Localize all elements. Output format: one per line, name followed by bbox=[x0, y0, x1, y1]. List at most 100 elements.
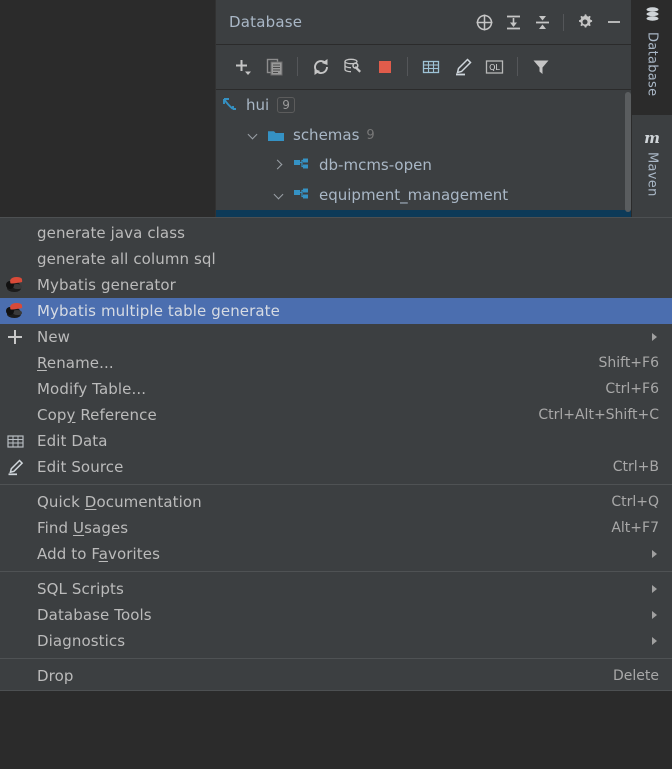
tree-node-label: equipment_management bbox=[319, 186, 509, 204]
scroll-from-source-icon[interactable] bbox=[471, 9, 498, 35]
menu-item-label: Edit Data bbox=[37, 432, 108, 450]
edit-data-table-icon[interactable] bbox=[415, 51, 446, 82]
menu-item-label: Drop bbox=[37, 667, 74, 685]
menu-item-label-pre: Cop bbox=[37, 406, 67, 424]
database-panel-header: Database bbox=[216, 0, 633, 45]
database-tree[interactable]: hui 9 schemas 9 db-mcms-open equipment_m… bbox=[216, 90, 633, 219]
menu-item-shortcut: Ctrl+Q bbox=[611, 494, 659, 510]
database-tools-icon[interactable] bbox=[337, 51, 368, 82]
submenu-arrow-icon bbox=[652, 611, 657, 619]
menu-item-label: Mybatis generator bbox=[37, 276, 176, 294]
menu-item-mnemonic: U bbox=[73, 519, 85, 537]
menu-item-mybatis-generator[interactable]: Mybatis generator bbox=[0, 272, 672, 298]
toolbar-divider bbox=[297, 57, 298, 76]
duplicate-icon[interactable] bbox=[259, 51, 290, 82]
menu-item-database-tools[interactable]: Database Tools bbox=[0, 602, 672, 628]
menu-item-drop[interactable]: Drop Delete bbox=[0, 663, 672, 689]
context-menu[interactable]: generate java class generate all column … bbox=[0, 217, 672, 691]
strip-button-label: Database bbox=[644, 32, 660, 97]
menu-item-mnemonic: D bbox=[84, 493, 97, 511]
menu-item-add-to-favorites[interactable]: Add to Favorites bbox=[0, 541, 672, 567]
menu-item-shortcut: Ctrl+Alt+Shift+C bbox=[538, 407, 659, 423]
toolbar-icon-group: QL bbox=[227, 51, 556, 82]
menu-item-label: Quick Documentation bbox=[37, 493, 202, 511]
stop-icon[interactable] bbox=[369, 51, 400, 82]
header-divider bbox=[563, 13, 564, 31]
menu-item-label: Edit Source bbox=[37, 458, 124, 476]
menu-item-edit-source[interactable]: Edit Source Ctrl+B bbox=[0, 454, 672, 480]
submenu-arrow-icon bbox=[652, 637, 657, 645]
menu-item-modify-table[interactable]: Modify Table... Ctrl+F6 bbox=[0, 376, 672, 402]
database-tool-window: Database QL hui 9 schemas 9 db-mcms-open… bbox=[215, 0, 633, 219]
refresh-icon[interactable] bbox=[305, 51, 336, 82]
tree-node-schemas[interactable]: schemas 9 bbox=[216, 120, 633, 150]
filter-icon[interactable] bbox=[525, 51, 556, 82]
menu-separator bbox=[0, 484, 672, 485]
tree-node-db-mcms-open[interactable]: db-mcms-open bbox=[216, 150, 633, 180]
toolbar-divider bbox=[517, 57, 518, 76]
schema-icon bbox=[293, 158, 311, 173]
edit-source-pencil-icon[interactable] bbox=[447, 51, 478, 82]
submenu-arrow-icon bbox=[652, 333, 657, 341]
strip-button-maven[interactable]: m Maven bbox=[632, 123, 672, 217]
menu-item-label: Rename... bbox=[37, 354, 114, 372]
maven-m-icon: m bbox=[644, 129, 660, 147]
menu-item-quick-documentation[interactable]: Quick Documentation Ctrl+Q bbox=[0, 489, 672, 515]
toolbar-divider bbox=[407, 57, 408, 76]
mybatis-bird-icon bbox=[3, 301, 27, 321]
hide-minimize-icon[interactable] bbox=[600, 9, 627, 35]
connection-icon bbox=[222, 97, 242, 113]
menu-separator bbox=[0, 571, 672, 572]
menu-item-label: generate all column sql bbox=[37, 250, 216, 268]
chevron-right-icon[interactable] bbox=[272, 158, 286, 172]
ql-console-icon[interactable]: QL bbox=[479, 51, 510, 82]
menu-item-label-rest: vorites bbox=[107, 545, 160, 563]
database-toolbar: QL bbox=[216, 45, 633, 90]
menu-item-find-usages[interactable]: Find Usages Alt+F7 bbox=[0, 515, 672, 541]
chevron-down-icon[interactable] bbox=[246, 128, 260, 142]
page-title: Database bbox=[229, 13, 303, 31]
tree-node-hui[interactable]: hui 9 bbox=[216, 90, 633, 120]
menu-item-generate-java-class[interactable]: generate java class bbox=[0, 220, 672, 246]
tree-node-label: hui bbox=[246, 96, 270, 114]
tree-node-label: db-mcms-open bbox=[319, 156, 432, 174]
menu-item-label: Add to Favorites bbox=[37, 545, 160, 563]
tree-node-label: schemas bbox=[293, 126, 360, 144]
submenu-arrow-icon bbox=[652, 550, 657, 558]
menu-item-new[interactable]: New bbox=[0, 324, 672, 350]
settings-gear-icon[interactable] bbox=[571, 9, 598, 35]
menu-item-diagnostics[interactable]: Diagnostics bbox=[0, 628, 672, 654]
menu-item-label: Database Tools bbox=[37, 606, 152, 624]
menu-item-label-rest: ename... bbox=[46, 354, 114, 372]
svg-text:QL: QL bbox=[489, 63, 500, 72]
menu-item-label-rest: sages bbox=[84, 519, 129, 537]
tree-node-equipment-management[interactable]: equipment_management bbox=[216, 180, 633, 210]
strip-button-database[interactable]: Database bbox=[632, 0, 672, 115]
menu-item-mybatis-multiple-table-generate[interactable]: Mybatis multiple table generate bbox=[0, 298, 672, 324]
add-new-icon[interactable] bbox=[227, 51, 258, 82]
folder-icon bbox=[267, 128, 285, 143]
header-icon-group bbox=[471, 9, 627, 35]
menu-item-label: Copy Reference bbox=[37, 406, 157, 424]
pencil-icon bbox=[3, 457, 27, 477]
menu-item-edit-data[interactable]: Edit Data bbox=[0, 428, 672, 454]
collapse-all-icon[interactable] bbox=[529, 9, 556, 35]
expand-all-icon[interactable] bbox=[500, 9, 527, 35]
node-count: 9 bbox=[366, 127, 375, 143]
submenu-arrow-icon bbox=[652, 585, 657, 593]
menu-item-label: Mybatis multiple table generate bbox=[37, 302, 280, 320]
menu-item-shortcut: Delete bbox=[613, 668, 659, 684]
menu-item-label-pre: Quick bbox=[37, 493, 85, 511]
menu-item-label: SQL Scripts bbox=[37, 580, 124, 598]
plus-icon bbox=[3, 327, 27, 347]
menu-item-shortcut: Ctrl+F6 bbox=[605, 381, 659, 397]
menu-item-rename[interactable]: Rename... Shift+F6 bbox=[0, 350, 672, 376]
node-badge: 9 bbox=[277, 97, 295, 113]
menu-item-label: New bbox=[37, 328, 71, 346]
chevron-down-icon[interactable] bbox=[272, 188, 286, 202]
right-tool-strip: Database m Maven bbox=[631, 0, 672, 217]
menu-item-generate-all-column-sql[interactable]: generate all column sql bbox=[0, 246, 672, 272]
menu-item-sql-scripts[interactable]: SQL Scripts bbox=[0, 576, 672, 602]
menu-item-copy-reference[interactable]: Copy Reference Ctrl+Alt+Shift+C bbox=[0, 402, 672, 428]
menu-separator bbox=[0, 658, 672, 659]
